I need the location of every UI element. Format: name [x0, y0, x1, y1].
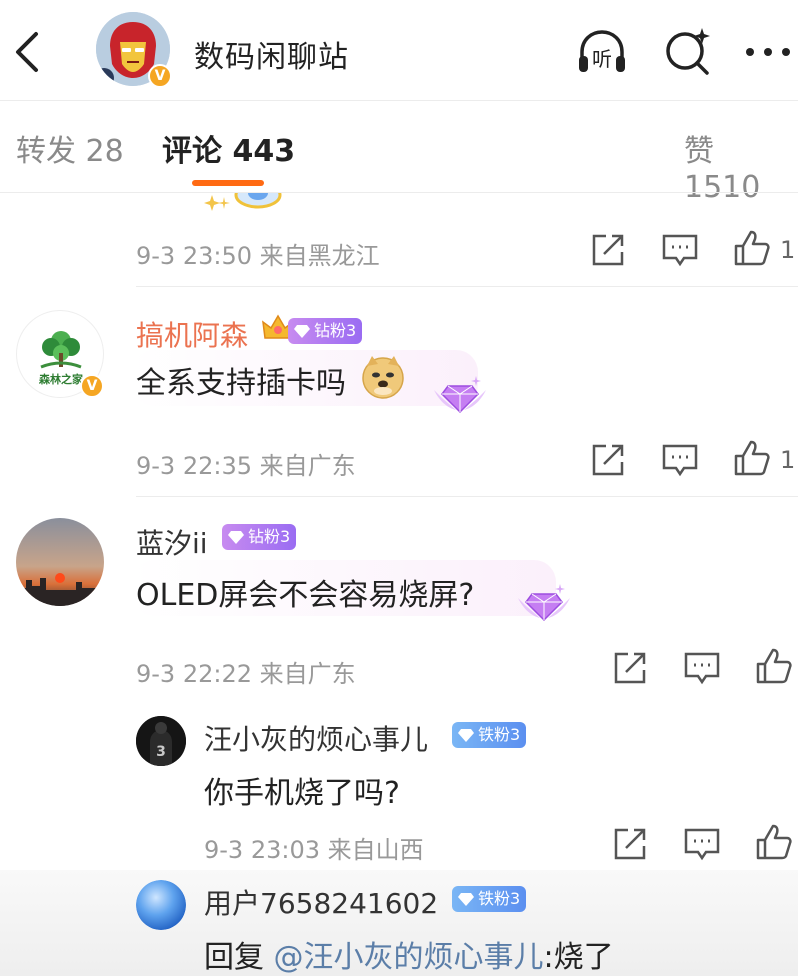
- jersey-number: 3: [156, 744, 166, 760]
- sunset-photo-image: [16, 518, 104, 606]
- share-icon[interactable]: [588, 440, 628, 480]
- diamond-icon: [458, 729, 474, 742]
- comment-divider: [136, 496, 798, 497]
- replier-avatar[interactable]: [136, 880, 186, 930]
- comment-reply-icon[interactable]: [660, 440, 700, 480]
- commenter-avatar[interactable]: [16, 518, 104, 606]
- comment-divider: [136, 286, 798, 287]
- like-thumb-icon[interactable]: [754, 822, 794, 862]
- avatar-logo-text: 森林之家: [39, 372, 84, 386]
- verified-badge-icon: V: [80, 374, 104, 398]
- back-arrow-icon[interactable]: [10, 30, 46, 74]
- commenter-name[interactable]: 搞机阿森: [136, 314, 248, 354]
- reply-prefix: 回复: [204, 940, 274, 975]
- comment-text: OLED屏会不会容易烧屏?: [136, 578, 475, 613]
- comment-meta: 9-3 22:22 来自广东: [136, 660, 356, 688]
- tab-comments[interactable]: 评论 443: [162, 126, 295, 170]
- share-icon[interactable]: [610, 824, 650, 864]
- fan-level-label: 铁粉3: [478, 725, 521, 744]
- share-icon[interactable]: [610, 648, 650, 688]
- comment-reply-icon[interactable]: [682, 648, 722, 688]
- reply-meta: 9-3 23:03 来自山西: [204, 836, 424, 864]
- like-thumb-icon[interactable]: [732, 438, 772, 478]
- diamond-icon: [228, 531, 244, 544]
- search-icon[interactable]: [660, 24, 716, 80]
- diamond-fan-gem-icon: [518, 584, 570, 622]
- replier-name[interactable]: 用户7658241602: [204, 882, 438, 922]
- reply-suffix: :烧了: [543, 940, 614, 975]
- comment-meta: 9-3 23:50 来自黑龙江: [136, 242, 380, 270]
- tab-divider: [0, 192, 798, 193]
- fan-badge-partial-icon: [204, 193, 282, 211]
- diamond-icon: [294, 325, 310, 338]
- mention-link[interactable]: @汪小灰的烦心事儿: [274, 940, 544, 975]
- verified-badge-icon: V: [148, 64, 172, 88]
- doge-emoji-icon: [362, 356, 404, 399]
- top-bar: V 数码闲聊站 听: [0, 0, 798, 100]
- tab-likes[interactable]: 赞 1510: [684, 126, 798, 205]
- like-count: 1: [780, 446, 796, 474]
- commenter-name[interactable]: 蓝汐ii: [136, 522, 208, 562]
- default-blue-avatar-image: [136, 880, 186, 930]
- comment-reply-icon[interactable]: [660, 230, 700, 270]
- fan-level-badge: 钻粉3: [222, 524, 297, 550]
- fan-level-badge: 钻粉3: [288, 318, 363, 344]
- listen-headphones-icon[interactable]: 听: [574, 24, 630, 80]
- reply-text: 回复 @汪小灰的烦心事儿:烧了: [204, 932, 614, 976]
- fan-level-label: 钻粉3: [314, 321, 357, 340]
- comment-meta: 9-3 22:35 来自广东: [136, 452, 356, 480]
- diamond-icon: [458, 893, 474, 906]
- like-thumb-icon[interactable]: [732, 228, 772, 268]
- fan-level-badge: 铁粉3: [452, 886, 527, 912]
- jersey-photo-image: 3: [136, 716, 186, 766]
- tab-bar: 转发 28 评论 443 赞 1510: [0, 100, 798, 205]
- page-title: 数码闲聊站: [194, 40, 349, 75]
- listen-label: 听: [592, 47, 612, 71]
- fan-level-label: 铁粉3: [478, 889, 521, 908]
- diamond-fan-gem-icon: [434, 376, 486, 414]
- tab-repost[interactable]: 转发 28: [16, 126, 124, 170]
- fan-level-label: 钻粉3: [248, 527, 291, 546]
- replier-avatar[interactable]: 3: [136, 716, 186, 766]
- like-count: 1: [780, 236, 796, 264]
- comment-reply-icon[interactable]: [682, 824, 722, 864]
- active-tab-indicator: [192, 180, 264, 186]
- share-icon[interactable]: [588, 230, 628, 270]
- reply-text: 你手机烧了吗?: [204, 776, 400, 811]
- fan-level-badge: 铁粉3: [452, 722, 527, 748]
- comment-text: 全系支持插卡吗: [136, 366, 346, 401]
- like-thumb-icon[interactable]: [754, 646, 794, 686]
- more-options-icon[interactable]: [740, 24, 796, 80]
- replier-name[interactable]: 汪小灰的烦心事儿: [204, 718, 428, 758]
